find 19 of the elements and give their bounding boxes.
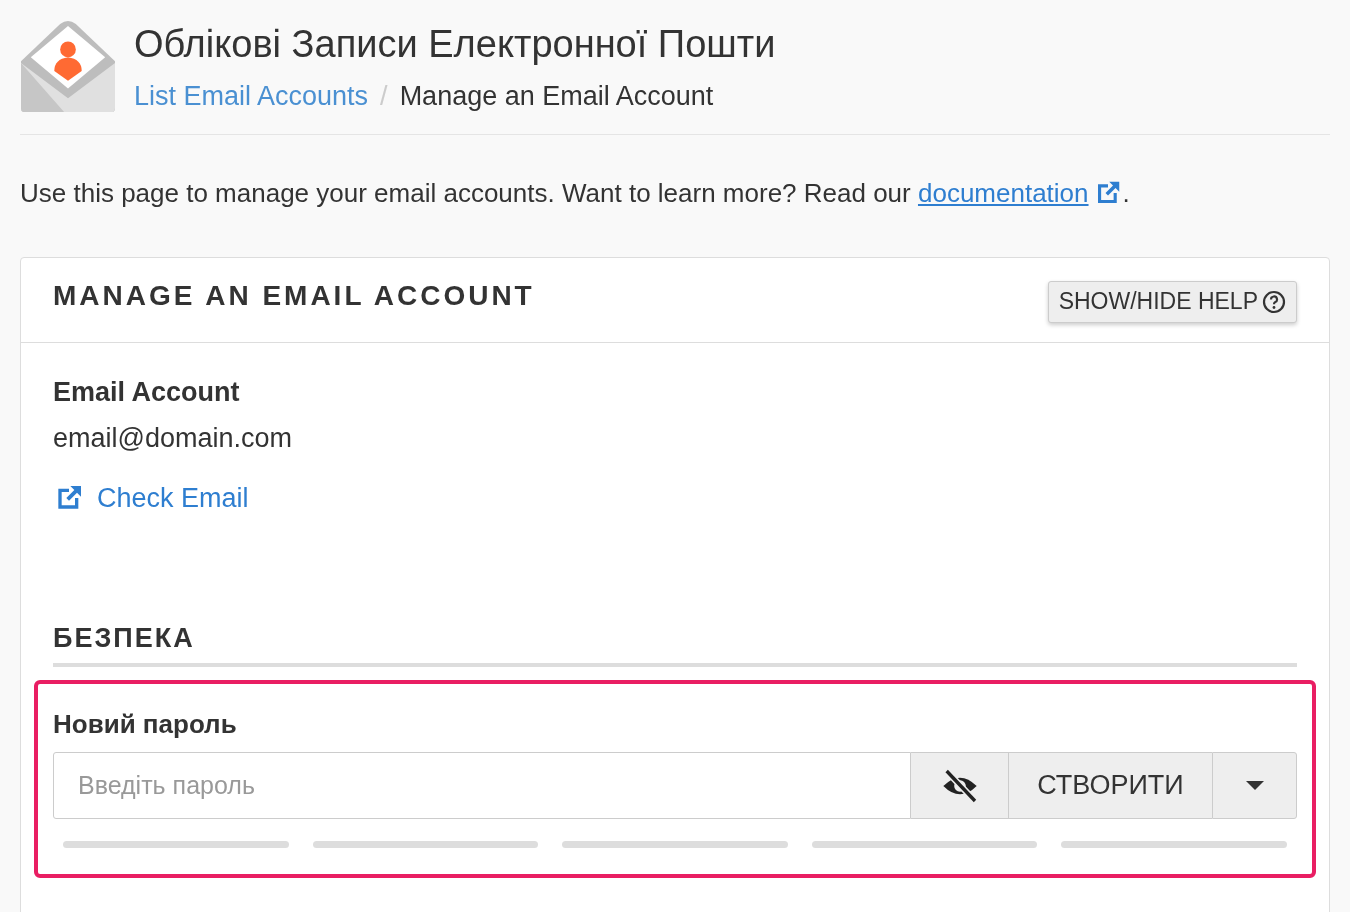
password-field[interactable]: Введіть пароль bbox=[53, 752, 911, 819]
account-value: email@domain.com bbox=[53, 422, 293, 455]
generate-button[interactable]: СТВОРИТИ bbox=[1008, 752, 1212, 819]
field-label: Email Account bbox=[53, 376, 241, 409]
caret-down-icon bbox=[1245, 781, 1264, 790]
panel-title: MANAGE AN EMAIL ACCOUNT bbox=[53, 279, 535, 313]
breadcrumb-separator: / bbox=[380, 80, 388, 112]
help-button[interactable]: SHOW/HIDE HELP bbox=[1047, 280, 1297, 323]
check-email-link[interactable]: Check Email bbox=[53, 481, 249, 515]
page-title: Облікові Записи Електронної Пошти bbox=[134, 22, 776, 66]
password-label: Новий пароль bbox=[53, 708, 238, 740]
documentation-link[interactable]: documentation bbox=[917, 177, 1123, 209]
envelope-person-icon bbox=[20, 20, 116, 114]
breadcrumb-current: Manage an Email Account bbox=[399, 80, 714, 112]
intro-paragraph: Use this page to manage your email accounts. Want to learn more? Read our documentation . bbox=[20, 177, 1131, 209]
breadcrumb-link[interactable]: List Email Accounts bbox=[134, 80, 369, 112]
help-icon bbox=[1262, 289, 1286, 314]
visibility-toggle-button[interactable] bbox=[911, 752, 1008, 819]
section-heading: БЕЗПЕКА bbox=[53, 621, 1297, 667]
